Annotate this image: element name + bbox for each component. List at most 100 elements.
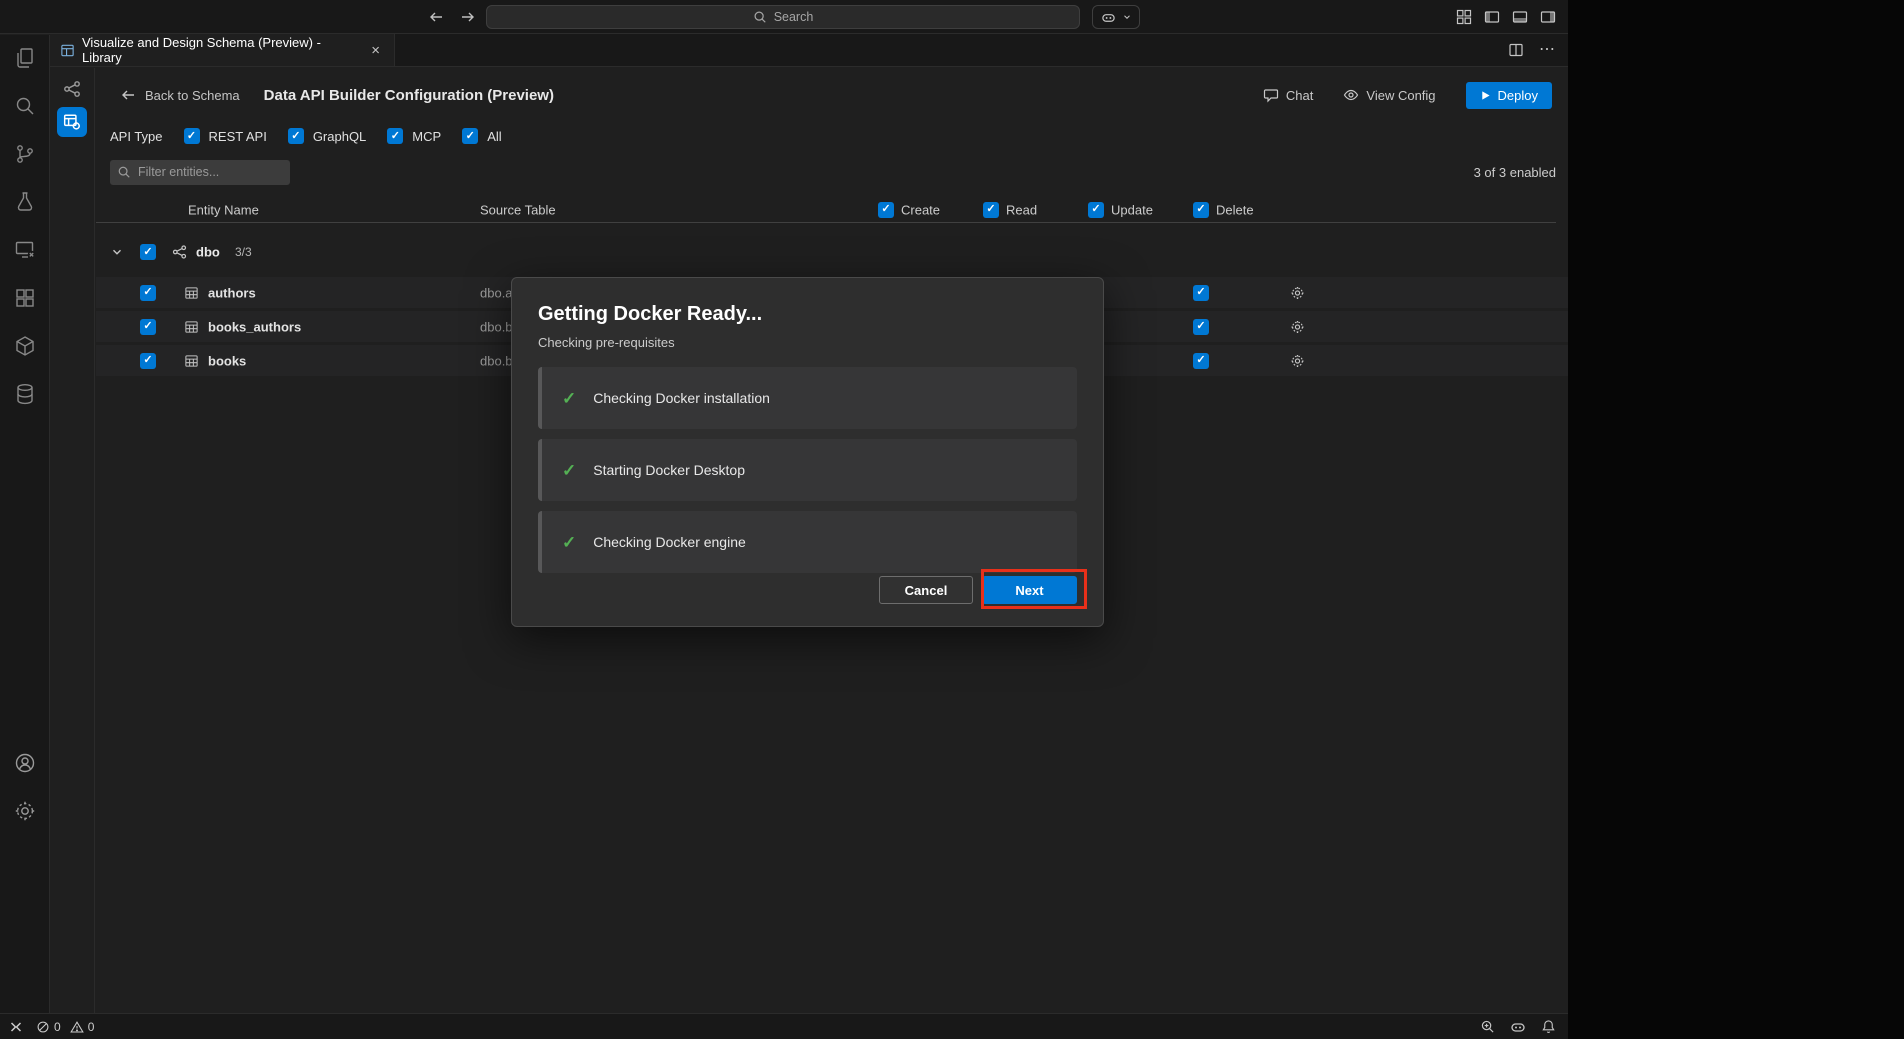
source-table-header: Source Table	[480, 202, 556, 217]
toggle-secondary-sidebar-icon[interactable]	[1540, 9, 1556, 25]
all-checkbox[interactable]	[462, 128, 478, 144]
more-actions-icon[interactable]: ⋯	[1539, 42, 1555, 58]
table-icon	[184, 319, 199, 334]
delete-checkbox[interactable]	[1193, 353, 1209, 369]
step-label: Checking Docker engine	[593, 534, 746, 550]
deploy-button[interactable]: Deploy	[1466, 82, 1552, 109]
rest-api-checkbox[interactable]	[184, 128, 200, 144]
row-checkbox[interactable]	[140, 319, 156, 335]
status-bar: 0 0	[0, 1013, 1568, 1039]
chat-icon	[1263, 87, 1279, 103]
filter-entities-input[interactable]	[110, 160, 290, 185]
delete-checkbox[interactable]	[1193, 319, 1209, 335]
problems-indicator[interactable]: 0 0	[36, 1020, 99, 1034]
testing-icon[interactable]	[13, 190, 37, 214]
chat-label: Chat	[1286, 88, 1313, 103]
dab-config-icon[interactable]	[57, 107, 87, 137]
settings-gear-icon[interactable]	[13, 799, 37, 823]
update-all-checkbox[interactable]	[1088, 202, 1104, 218]
api-type-filter-row: API Type REST API GraphQL MCP All	[110, 125, 1568, 147]
delete-checkbox[interactable]	[1193, 285, 1209, 301]
graphql-option[interactable]: GraphQL	[288, 128, 366, 144]
schema-group-row[interactable]: dbo 3/3	[96, 235, 1568, 269]
titlebar: Search	[0, 0, 1568, 34]
history-navigation	[428, 9, 476, 25]
command-center-label: Search	[774, 10, 814, 24]
tab-bar: Visualize and Design Schema (Preview) - …	[50, 34, 1568, 67]
api-type-label: API Type	[110, 129, 163, 144]
cancel-button[interactable]: Cancel	[879, 576, 973, 604]
explorer-icon[interactable]	[13, 46, 37, 70]
forward-arrow-icon[interactable]	[460, 9, 476, 25]
close-icon[interactable]: ×	[367, 41, 384, 60]
error-icon	[36, 1020, 50, 1034]
deploy-label: Deploy	[1498, 88, 1538, 103]
source-control-icon[interactable]	[13, 142, 37, 166]
copilot-icon[interactable]	[1510, 1019, 1526, 1035]
error-count: 0	[54, 1020, 61, 1034]
table-header: Entity Name Source Table Create Read Upd…	[96, 197, 1556, 223]
remote-indicator-icon[interactable]	[8, 1019, 24, 1035]
visualize-schema-icon[interactable]	[58, 75, 86, 103]
remote-explorer-icon[interactable]	[13, 238, 37, 262]
zoom-icon[interactable]	[1480, 1019, 1495, 1034]
back-arrow-icon[interactable]	[428, 9, 444, 25]
check-icon: ✓	[562, 462, 576, 479]
group-checkbox[interactable]	[140, 244, 156, 260]
step-label: Checking Docker installation	[593, 390, 770, 406]
back-to-schema-link[interactable]: Back to Schema	[120, 87, 240, 103]
entity-filter-row: 3 of 3 enabled	[110, 159, 1556, 185]
customize-layout-icon[interactable]	[1456, 9, 1472, 25]
table-icon	[184, 285, 199, 300]
command-center-search[interactable]: Search	[486, 5, 1080, 29]
warning-count: 0	[88, 1020, 95, 1034]
copilot-icon	[1101, 10, 1116, 25]
step-label: Starting Docker Desktop	[593, 462, 745, 478]
toggle-panel-icon[interactable]	[1512, 9, 1528, 25]
copilot-dropdown-button[interactable]	[1092, 5, 1140, 29]
tab-schema-designer[interactable]: Visualize and Design Schema (Preview) - …	[50, 34, 395, 66]
dialog-title: Getting Docker Ready...	[538, 303, 1077, 326]
all-option[interactable]: All	[462, 128, 501, 144]
row-settings-gear-icon[interactable]	[1290, 319, 1305, 334]
docker-ready-dialog: Getting Docker Ready... Checking pre-req…	[511, 277, 1104, 627]
docker-icon[interactable]	[13, 334, 37, 358]
schema-icon	[172, 245, 187, 260]
row-settings-gear-icon[interactable]	[1290, 285, 1305, 300]
step-docker-desktop: ✓ Starting Docker Desktop	[538, 439, 1077, 501]
rest-api-option[interactable]: REST API	[184, 128, 267, 144]
account-icon[interactable]	[13, 751, 37, 775]
dialog-subtitle: Checking pre-requisites	[538, 335, 1077, 350]
entity-name: books	[208, 353, 246, 368]
graphql-checkbox[interactable]	[288, 128, 304, 144]
read-all-checkbox[interactable]	[983, 202, 999, 218]
activity-bar	[0, 35, 50, 1013]
layout-controls	[1456, 9, 1556, 25]
editor-actions: ⋯	[1508, 34, 1568, 66]
row-checkbox[interactable]	[140, 285, 156, 301]
delete-all-checkbox[interactable]	[1193, 202, 1209, 218]
database-icon[interactable]	[13, 382, 37, 406]
warning-icon	[70, 1020, 84, 1034]
all-label: All	[487, 129, 501, 144]
chevron-down-icon[interactable]	[110, 245, 124, 259]
search-icon[interactable]	[13, 94, 37, 118]
eye-icon	[1343, 87, 1359, 103]
create-header: Create	[901, 202, 940, 217]
mcp-label: MCP	[412, 129, 441, 144]
row-settings-gear-icon[interactable]	[1290, 353, 1305, 368]
chat-button[interactable]: Chat	[1263, 87, 1313, 103]
toggle-sidebar-icon[interactable]	[1484, 9, 1500, 25]
mcp-checkbox[interactable]	[387, 128, 403, 144]
read-header: Read	[1006, 202, 1037, 217]
row-checkbox[interactable]	[140, 353, 156, 369]
next-button[interactable]: Next	[982, 576, 1077, 604]
content-header: Back to Schema Data API Builder Configur…	[96, 80, 1568, 110]
view-config-button[interactable]: View Config	[1343, 87, 1435, 103]
notifications-bell-icon[interactable]	[1541, 1019, 1556, 1034]
split-editor-icon[interactable]	[1508, 42, 1524, 58]
extensions-icon[interactable]	[13, 286, 37, 310]
mcp-option[interactable]: MCP	[387, 128, 441, 144]
create-all-checkbox[interactable]	[878, 202, 894, 218]
chevron-down-icon	[1122, 12, 1132, 22]
